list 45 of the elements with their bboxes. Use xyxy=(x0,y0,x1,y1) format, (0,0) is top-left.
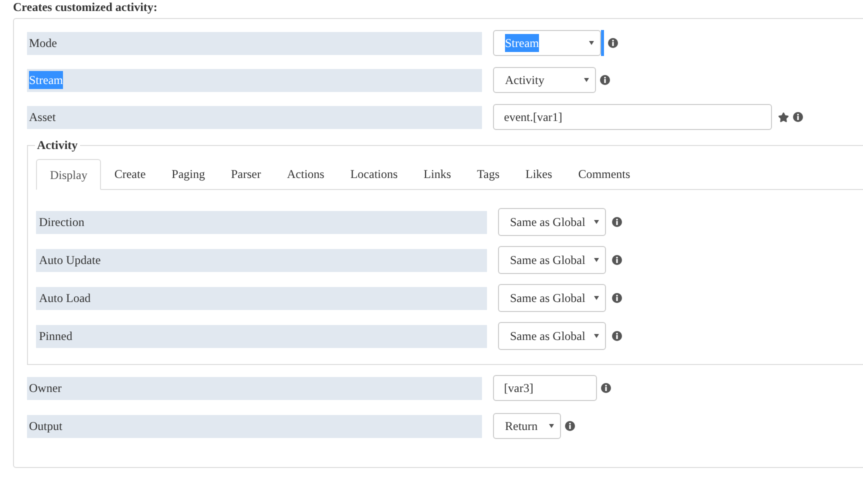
info-icon xyxy=(793,112,803,122)
caret-icon xyxy=(589,41,594,45)
field-label: Mode xyxy=(27,32,482,54)
select-dropdown[interactable]: Same as Global xyxy=(498,246,606,274)
tab[interactable]: Links xyxy=(410,158,464,189)
select-dropdown[interactable]: Return xyxy=(493,413,561,439)
select-dropdown[interactable]: Same as Global xyxy=(498,322,606,350)
caret-icon xyxy=(594,296,599,300)
tab[interactable]: Display xyxy=(36,159,102,190)
info-icon xyxy=(612,217,622,227)
field-label: Auto Update xyxy=(36,248,487,272)
tab[interactable]: Parser xyxy=(218,158,274,189)
input-field[interactable]: event.[var1] xyxy=(493,104,772,130)
info-icon xyxy=(612,255,622,265)
field-label: Owner xyxy=(27,376,482,400)
select-dropdown[interactable]: Same as Global xyxy=(498,284,606,312)
select-dropdown[interactable]: Same as Global xyxy=(498,208,606,236)
tab[interactable]: Actions xyxy=(274,158,338,189)
info-icon xyxy=(600,75,610,85)
field-label: Auto Load xyxy=(36,286,487,310)
field-label: Asset xyxy=(27,106,482,128)
tab[interactable]: Likes xyxy=(512,158,566,189)
fieldset-legend: Activity xyxy=(35,138,80,152)
caret-icon xyxy=(594,220,599,224)
tab[interactable]: Locations xyxy=(337,158,411,189)
field-label: Pinned xyxy=(36,324,487,348)
caret-icon xyxy=(584,78,589,82)
select-dropdown[interactable]: Activity xyxy=(493,67,596,93)
tab[interactable]: Create xyxy=(101,158,159,189)
info-icon xyxy=(601,383,611,393)
tab[interactable]: Comments xyxy=(565,158,644,189)
field-label: Output xyxy=(27,414,482,438)
info-icon xyxy=(612,331,622,341)
caret-icon xyxy=(549,424,554,428)
info-icon xyxy=(565,421,575,431)
info-icon xyxy=(612,293,622,303)
field-label: Direction xyxy=(36,210,487,234)
caret-icon xyxy=(594,334,599,338)
info-icon xyxy=(608,38,618,48)
tab[interactable]: Tags xyxy=(464,158,513,189)
caret-icon xyxy=(594,258,599,262)
input-field[interactable]: [var3] xyxy=(493,375,597,401)
field-label: Stream xyxy=(27,68,482,92)
tab[interactable]: Paging xyxy=(158,158,218,189)
intro-text: Creates customized activity: xyxy=(12,0,158,16)
